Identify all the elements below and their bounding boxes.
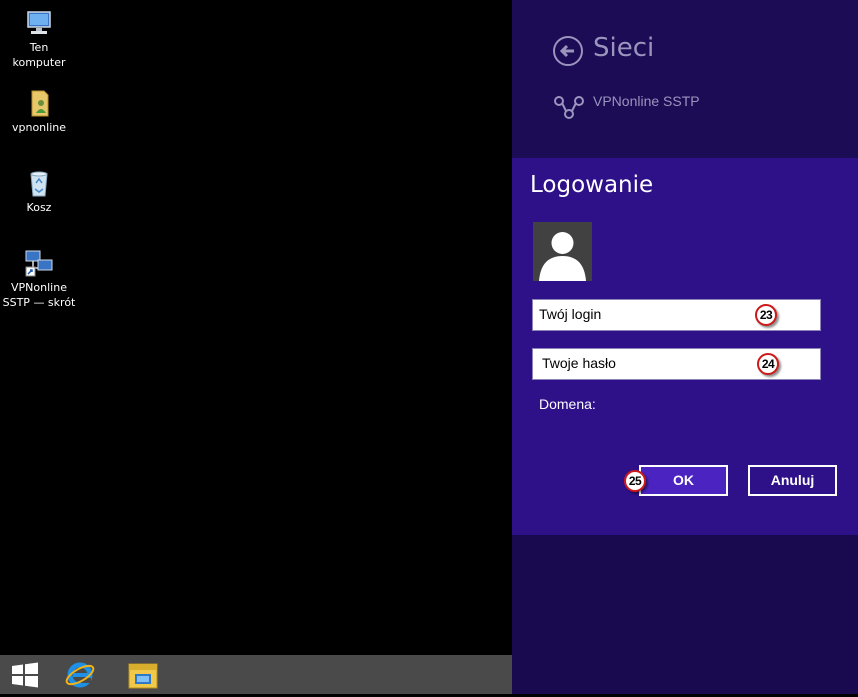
connection-name[interactable]: VPNonline SSTP	[593, 93, 700, 109]
annotation-badge: 24	[757, 353, 779, 375]
desktop-icon-recycle-bin[interactable]: Kosz	[1, 168, 77, 215]
taskbar-file-explorer[interactable]	[126, 658, 160, 692]
desktop-icon-label: SSTP — skrót	[2, 296, 76, 309]
desktop-icon-vpnonline-folder[interactable]: vpnonline	[1, 88, 77, 135]
user-icon	[539, 232, 586, 281]
desktop-icon-label: Kosz	[26, 201, 52, 214]
annotation-badge: 25	[624, 470, 646, 492]
desktop-icon-label: Ten	[29, 41, 49, 54]
desktop-icon-label: vpnonline	[11, 121, 67, 134]
taskbar-internet-explorer[interactable]	[63, 658, 97, 692]
login-dialog: Logowanie Twój login Twoje hasło Domena:…	[512, 158, 858, 535]
start-button[interactable]	[8, 658, 42, 692]
computer-icon	[27, 11, 51, 34]
windows-start-icon	[12, 662, 38, 688]
desktop-icon-vpn-shortcut[interactable]: VPNonline SSTP — skrót	[1, 248, 77, 310]
network-shortcut-icon	[25, 250, 53, 277]
desktop-icon-label: komputer	[12, 56, 66, 69]
charm-header: Sieci VPNonline SSTP	[512, 0, 858, 158]
file-explorer-icon	[128, 663, 158, 689]
charm-footer-area	[512, 535, 858, 694]
cancel-button[interactable]: Anuluj	[748, 465, 837, 496]
domain-label: Domena:	[539, 396, 596, 412]
annotation-badge: 23	[755, 304, 777, 326]
avatar	[533, 222, 592, 281]
desktop: Ten komputer vpnonline Kosz VPNonline SS…	[0, 0, 512, 655]
ok-button[interactable]: OK	[639, 465, 728, 496]
back-button[interactable]	[553, 36, 583, 66]
taskbar	[0, 655, 512, 694]
arrow-left-icon	[559, 44, 574, 58]
desktop-icon-label: VPNonline	[11, 281, 67, 294]
panel-title: Sieci	[593, 33, 655, 63]
vpn-connection-icon	[554, 96, 584, 119]
desktop-icon-computer[interactable]: Ten komputer	[1, 8, 77, 70]
folder-user-icon	[31, 90, 49, 117]
network-charm-panel: Sieci VPNonline SSTP Logowanie Twój logi…	[512, 0, 858, 694]
internet-explorer-icon	[65, 662, 95, 688]
recycle-bin-icon	[30, 171, 48, 197]
login-field[interactable]: Twój login	[532, 299, 821, 331]
dialog-title: Logowanie	[530, 172, 654, 198]
